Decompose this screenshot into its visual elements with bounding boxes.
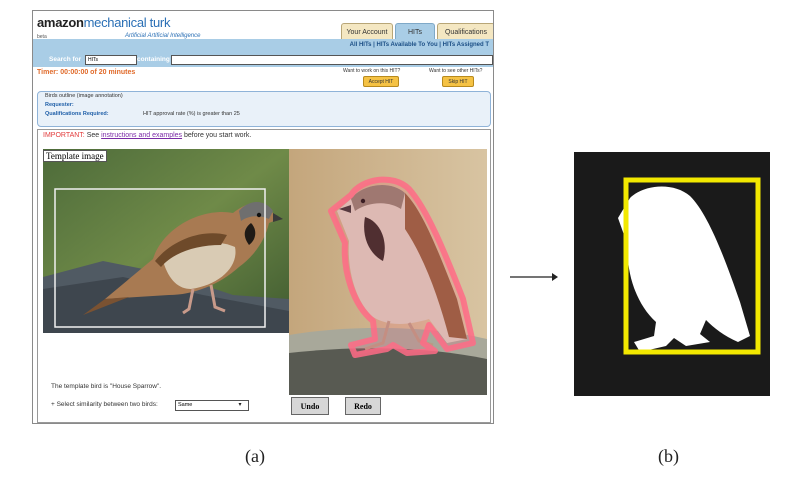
template-image-label: Template image — [43, 150, 107, 162]
hit-title: Birds outline (image annotation) — [45, 93, 123, 99]
sparrow-photo-annotated — [289, 149, 487, 395]
other-hits-prompt: Want to see other HITs? — [429, 68, 483, 74]
redo-button[interactable]: Redo — [345, 397, 381, 415]
logo-amazon-text: amazon — [37, 15, 84, 30]
template-caption: The template bird is "House Sparrow". — [51, 383, 162, 390]
mturk-logo[interactable]: amazonmechanical turk — [37, 15, 170, 30]
important-see: See — [84, 132, 102, 139]
search-type-select[interactable]: HITs — [85, 55, 137, 65]
tab-hits[interactable]: HITs — [395, 23, 435, 40]
work-prompt: Want to work on this HIT? — [343, 68, 401, 74]
instructions-link[interactable]: instructions and examples — [101, 132, 182, 139]
important-note: IMPORTANT: See instructions and examples… — [43, 132, 251, 139]
undo-button[interactable]: Undo — [291, 397, 329, 415]
skip-hit-button[interactable]: Skip HIT — [442, 76, 474, 87]
tab-your-account[interactable]: Your Account — [341, 23, 393, 40]
search-label: Search for — [49, 56, 82, 63]
right-arrow-icon — [510, 270, 558, 288]
sparrow-photo-template — [43, 149, 289, 333]
logo-mturk-text: mechanical turk — [83, 15, 171, 30]
qualifications-value: HIT approval rate (%) is greater than 25 — [143, 111, 240, 117]
accept-hit-button[interactable]: Accept HIT — [363, 76, 399, 87]
requester-label: Requester: — [45, 102, 74, 108]
search-input[interactable] — [171, 55, 493, 65]
annotation-photo[interactable] — [289, 149, 487, 395]
tab-qualifications[interactable]: Qualifications — [437, 23, 493, 40]
similarity-label: + Select similarity between two birds: — [51, 401, 158, 408]
panel-label-b: (b) — [658, 446, 679, 466]
important-suffix: before you start work. — [182, 132, 252, 139]
hit-timer: Timer: 00:00:00 of 20 minutes — [37, 69, 136, 76]
important-prefix: IMPORTANT: — [43, 132, 85, 139]
hits-subnav[interactable]: All HITs | HITs Available To You | HITs … — [350, 42, 489, 48]
mturk-screenshot: amazonmechanical turk beta Artificial Ar… — [32, 10, 494, 424]
template-photo — [43, 149, 289, 333]
segmentation-mask — [574, 152, 770, 396]
panel-label-a: (a) — [245, 446, 265, 466]
chevron-down-icon[interactable]: ▾ — [235, 401, 245, 410]
qualifications-label: Qualifications Required: — [45, 111, 109, 117]
containing-label: containing — [137, 56, 170, 63]
bird-mask-image — [574, 152, 770, 396]
